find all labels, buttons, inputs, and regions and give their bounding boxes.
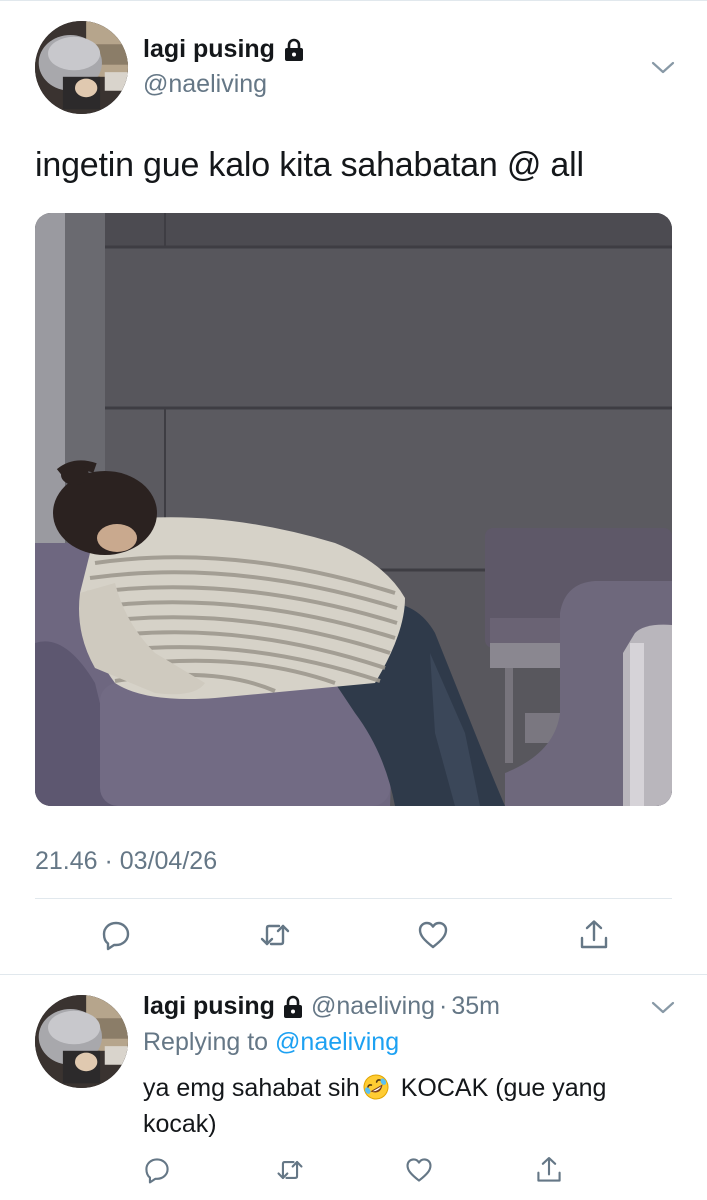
like-button[interactable] <box>399 1150 439 1190</box>
replying-mention-link[interactable]: @naeliving <box>275 1028 399 1056</box>
separator-dot: · <box>439 992 448 1020</box>
reply-avatar[interactable] <box>35 995 128 1088</box>
share-button[interactable] <box>574 915 614 955</box>
replying-prefix: Replying to <box>143 1028 269 1056</box>
avatar[interactable] <box>35 21 128 114</box>
reply-time[interactable]: 35m <box>451 992 500 1021</box>
chevron-down-icon[interactable] <box>650 60 676 76</box>
tweet-action-bar <box>0 915 707 959</box>
tweet-text: ingetin gue kalo kita sahabatan @ all <box>35 146 584 184</box>
chevron-down-icon[interactable] <box>650 1000 676 1016</box>
retweet-button[interactable] <box>270 1150 310 1190</box>
like-button[interactable] <box>413 915 453 955</box>
rolling-on-floor-laughing-icon <box>362 1073 390 1101</box>
reply-handle[interactable]: @naeliving <box>311 992 435 1021</box>
tweet-photo[interactable] <box>35 213 672 806</box>
author-name-row: lagi pusing <box>143 35 305 64</box>
retweet-button[interactable] <box>255 915 295 955</box>
reply-text-part: ya emg sahabat sih <box>143 1074 360 1102</box>
share-icon <box>537 1157 561 1182</box>
divider <box>35 898 672 899</box>
display-name[interactable]: lagi pusing <box>143 35 275 64</box>
heart-icon <box>406 1158 432 1182</box>
retweet-icon <box>260 924 290 946</box>
reply-icon <box>102 921 130 951</box>
reply-button[interactable] <box>96 915 136 955</box>
reply-display-name[interactable]: lagi pusing <box>143 992 275 1021</box>
main-tweet: lagi pusing @naeliving ingetin gue kalo … <box>0 0 707 975</box>
avatar-photo <box>35 21 128 114</box>
author-handle[interactable]: @naeliving <box>143 70 267 99</box>
tweet-timestamp[interactable]: 21.46 · 03/04/26 <box>35 847 217 876</box>
replying-to: Replying to @naeliving <box>143 1028 399 1057</box>
reply-icon <box>145 1158 169 1184</box>
retweet-icon <box>277 1161 303 1179</box>
reply-text: ya emg sahabat sih KOCAK (gue yang kocak… <box>143 1070 673 1142</box>
lock-icon <box>283 38 305 62</box>
lock-icon <box>282 995 304 1019</box>
reply-header: lagi pusing @naeliving · 35m <box>143 992 500 1021</box>
avatar-photo <box>35 995 128 1088</box>
share-icon <box>580 920 608 949</box>
section-divider <box>0 974 707 975</box>
share-button[interactable] <box>529 1150 569 1190</box>
heart-icon <box>418 921 448 949</box>
reply-button[interactable] <box>137 1150 177 1190</box>
reply-action-bar <box>0 1150 707 1190</box>
